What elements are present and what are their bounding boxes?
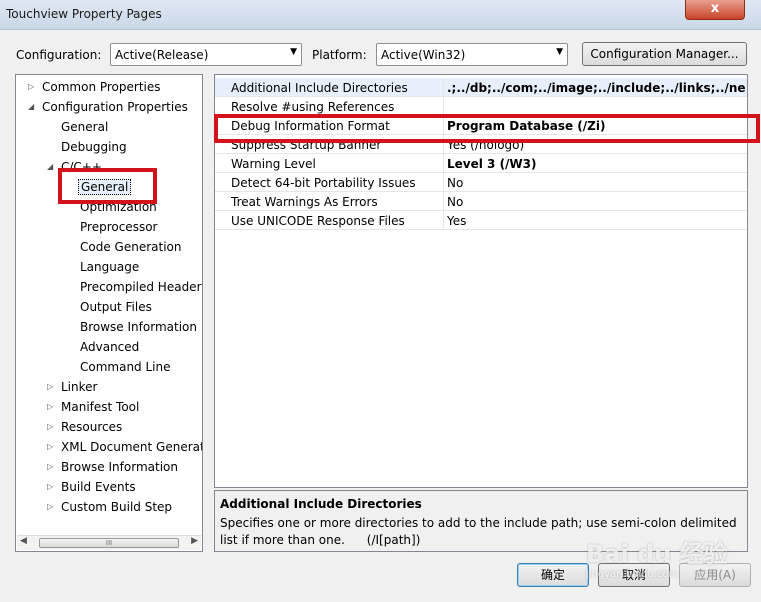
tree-item-label: Custom Build Step — [61, 500, 173, 514]
column-divider — [443, 78, 444, 97]
tree-item-xml-document-generator[interactable]: ▷ XML Document Generat — [47, 438, 203, 456]
property-name: Resolve #using References — [231, 100, 395, 114]
expand-arrow-icon[interactable]: ▷ — [47, 438, 53, 456]
scrollbar-thumb[interactable]: III — [39, 538, 179, 548]
collapse-arrow-icon[interactable]: ◢ — [28, 98, 34, 116]
expand-arrow-icon[interactable]: ▷ — [47, 378, 53, 396]
expand-arrow-icon[interactable]: ▷ — [47, 418, 53, 436]
tree-item-precompiled-headers[interactable]: Precompiled Header — [80, 278, 202, 296]
property-name: Treat Warnings As Errors — [231, 195, 378, 209]
configuration-label: Configuration: — [16, 48, 102, 62]
expand-arrow-icon[interactable]: ▷ — [28, 78, 34, 96]
property-value[interactable]: .;../db;../com;../image;../include;../li… — [447, 81, 745, 95]
property-value[interactable]: No — [447, 195, 745, 209]
tree-item-label: Language — [80, 260, 140, 274]
expand-arrow-icon[interactable]: ▷ — [47, 498, 53, 516]
description-switch: (/I[path]) — [366, 533, 421, 547]
baidu-watermark: Bai du 经验 jingyan.baidu.com — [586, 534, 728, 580]
tree-item-label: Manifest Tool — [61, 400, 140, 414]
red-highlight-box-tree — [58, 168, 157, 204]
property-name: Warning Level — [231, 157, 316, 171]
tree-item-browse-information-cpp[interactable]: Browse Information — [80, 318, 197, 336]
tree-item-debugging[interactable]: Debugging — [61, 138, 127, 156]
tree-item-label: Configuration Properties — [42, 100, 188, 114]
scroll-left-icon[interactable]: ◀ — [20, 536, 27, 546]
tree-item-label: Browse Information — [61, 460, 178, 474]
title-bar: Touchview Property Pages x — [0, 0, 761, 30]
tree-item-preprocessor[interactable]: Preprocessor — [80, 218, 157, 236]
property-row[interactable]: Detect 64-bit Portability Issues No — [215, 173, 747, 192]
tree-item-browse-information[interactable]: ▷ Browse Information — [47, 458, 178, 476]
description-title: Additional Include Directories — [220, 497, 422, 511]
tree-item-label: Command Line — [80, 360, 171, 374]
tree-item-manifest-tool[interactable]: ▷ Manifest Tool — [47, 398, 139, 416]
tree-item-command-line[interactable]: Command Line — [80, 358, 171, 376]
close-button[interactable]: x — [685, 0, 745, 20]
property-value[interactable]: No — [447, 176, 745, 190]
tree-item-label: Code Generation — [80, 240, 182, 254]
platform-dropdown[interactable]: Active(Win32) ▼ — [376, 43, 568, 66]
expand-arrow-icon[interactable]: ▷ — [47, 458, 53, 476]
tree-item-linker[interactable]: ▷ Linker — [47, 378, 97, 396]
tree-item-common-properties[interactable]: ▷ Common Properties — [28, 78, 161, 96]
chevron-down-icon: ▼ — [290, 47, 297, 57]
tree-item-label: Linker — [61, 380, 98, 394]
property-name: Detect 64-bit Portability Issues — [231, 176, 416, 190]
property-row[interactable]: Additional Include Directories .;../db;.… — [215, 78, 747, 97]
platform-label: Platform: — [312, 48, 367, 62]
watermark-sub: jingyan.baidu.com — [586, 569, 679, 580]
tree-item-language[interactable]: Language — [80, 258, 139, 276]
tree-item-general[interactable]: General — [61, 118, 108, 136]
tree-item-label: Output Files — [80, 300, 152, 314]
column-divider — [443, 173, 444, 192]
platform-value: Active(Win32) — [381, 48, 466, 62]
configuration-manager-button[interactable]: Configuration Manager... — [582, 42, 747, 66]
column-divider — [443, 154, 444, 173]
property-tree[interactable]: ▷ Common Properties ◢ Configuration Prop… — [15, 74, 203, 552]
property-row[interactable]: Use UNICODE Response Files Yes — [215, 211, 747, 230]
tree-item-resources[interactable]: ▷ Resources — [47, 418, 122, 436]
property-row[interactable]: Treat Warnings As Errors No — [215, 192, 747, 211]
tree-item-label: General — [61, 120, 109, 134]
tree-item-label: Resources — [61, 420, 123, 434]
chevron-down-icon: ▼ — [556, 47, 563, 57]
watermark-text: Bai du 经验 — [586, 540, 728, 568]
column-divider — [443, 192, 444, 211]
tree-item-code-generation[interactable]: Code Generation — [80, 238, 181, 256]
column-divider — [443, 211, 444, 230]
property-row[interactable]: Warning Level Level 3 (/W3) — [215, 154, 747, 173]
tree-item-build-events[interactable]: ▷ Build Events — [47, 478, 136, 496]
tree-item-label: Common Properties — [42, 80, 161, 94]
tree-horizontal-scrollbar[interactable]: ◀ III ▶ — [17, 535, 201, 550]
property-name: Additional Include Directories — [231, 81, 408, 95]
property-name: Use UNICODE Response Files — [231, 214, 405, 228]
configuration-dropdown[interactable]: Active(Release) ▼ — [110, 43, 302, 66]
red-highlight-box-debug-format — [214, 114, 760, 143]
tree-item-label: Debugging — [61, 140, 127, 154]
tree-item-configuration-properties[interactable]: ◢ Configuration Properties — [28, 98, 188, 116]
tree-item-label: Advanced — [80, 340, 140, 354]
tree-item-label: Build Events — [61, 480, 136, 494]
tree-item-output-files[interactable]: Output Files — [80, 298, 152, 316]
ok-button[interactable]: 确定 — [517, 563, 589, 587]
tree-item-label: XML Document Generat — [61, 440, 203, 454]
tree-item-custom-build-step[interactable]: ▷ Custom Build Step — [47, 498, 172, 516]
tree-item-label: Preprocessor — [80, 220, 158, 234]
property-value[interactable]: Yes — [447, 214, 745, 228]
collapse-arrow-icon[interactable]: ◢ — [47, 158, 53, 176]
tree-item-label: Precompiled Header — [80, 280, 202, 294]
property-value[interactable]: Level 3 (/W3) — [447, 157, 745, 171]
expand-arrow-icon[interactable]: ▷ — [47, 478, 53, 496]
window-title: Touchview Property Pages — [6, 7, 162, 21]
tree-item-advanced[interactable]: Advanced — [80, 338, 139, 356]
expand-arrow-icon[interactable]: ▷ — [47, 398, 53, 416]
configuration-value: Active(Release) — [115, 48, 209, 62]
scroll-right-icon[interactable]: ▶ — [191, 536, 198, 546]
tree-item-label: Browse Information — [80, 320, 197, 334]
